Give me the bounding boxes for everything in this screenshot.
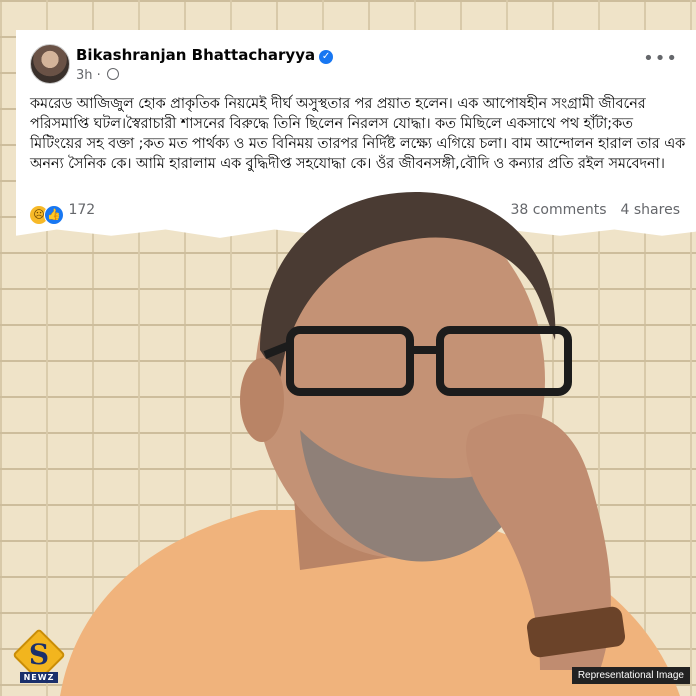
- snewz-logo: S NEWZ: [12, 628, 66, 686]
- logo-label: NEWZ: [20, 672, 58, 683]
- post-time[interactable]: 3h: [76, 68, 93, 83]
- more-options-icon[interactable]: •••: [643, 48, 678, 69]
- author-name-row: Bikashranjan Bhattacharyya ✓: [76, 46, 334, 64]
- logo-letter: S: [28, 638, 50, 671]
- ear: [240, 358, 284, 442]
- verified-badge-icon: ✓: [319, 50, 334, 64]
- author-avatar[interactable]: [30, 44, 70, 84]
- globe-icon: [106, 68, 119, 80]
- post-meta: 3h ·: [76, 68, 119, 83]
- person-photo: [60, 191, 680, 696]
- author-name[interactable]: Bikashranjan Bhattacharyya: [76, 46, 315, 64]
- image-caption: Representational Image: [571, 667, 690, 684]
